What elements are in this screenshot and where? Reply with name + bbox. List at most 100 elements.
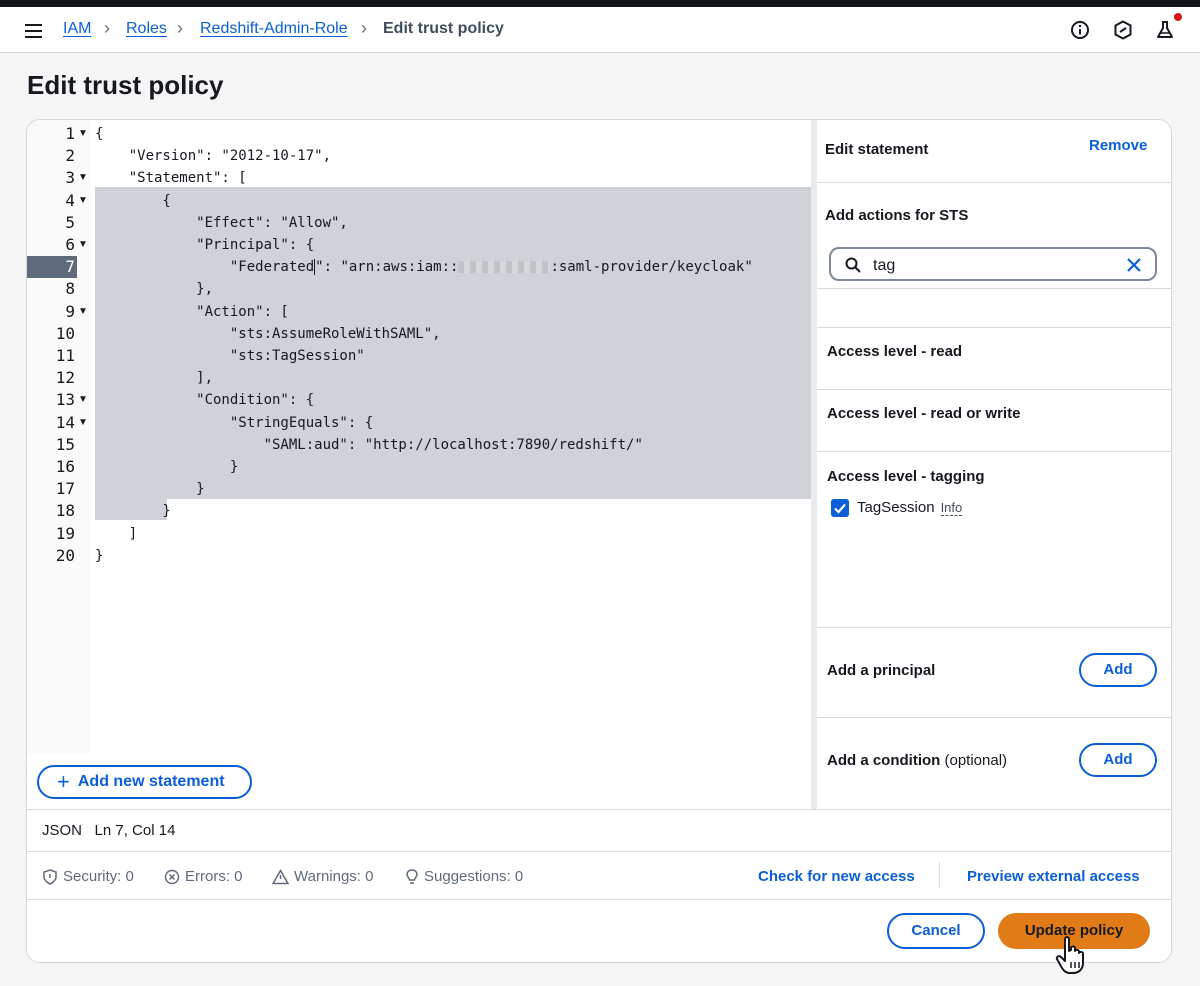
code-line: "Condition": { — [95, 392, 315, 409]
code-line: "SAML:aud": "http://localhost:7890/redsh… — [95, 436, 643, 453]
code-line: "sts:TagSession" — [95, 348, 365, 364]
errors-label: Errors: 0 — [185, 868, 243, 885]
code-line: { — [95, 126, 104, 142]
tagsession-text: TagSession — [857, 499, 935, 516]
code-line: "Version": "2012-10-17", — [95, 148, 332, 165]
pointer-hand-icon — [1055, 936, 1084, 974]
code-line: } — [95, 547, 104, 564]
line-number: 16 — [55, 457, 75, 476]
line-number: 4 — [65, 190, 75, 210]
close-icon[interactable] — [1125, 256, 1143, 274]
code-line: } — [95, 481, 205, 498]
breadcrumb-roles[interactable]: Roles — [126, 20, 167, 38]
code-line: }, — [95, 281, 214, 298]
fold-arrow-icon[interactable]: ▼ — [78, 190, 88, 212]
code-line: "Action": [ — [95, 303, 289, 320]
lightbulb-icon — [406, 868, 418, 884]
breadcrumb-iam[interactable]: IAM — [63, 20, 91, 38]
line-number: 15 — [55, 434, 75, 454]
plus-icon: + — [57, 769, 70, 794]
suggestions-count[interactable]: Suggestions: 0 — [405, 868, 523, 885]
code-line: "Effect": "Allow", — [95, 214, 348, 231]
search-icon — [845, 257, 861, 273]
code-text: :saml-provider/keycloak" — [550, 259, 753, 276]
add-new-statement-label: Add new statement — [77, 773, 225, 790]
fold-arrow-icon[interactable]: ▼ — [78, 123, 88, 145]
notification-dot — [1174, 13, 1182, 21]
optional-label: (optional) — [944, 752, 1008, 769]
flask-icon[interactable] — [1155, 20, 1175, 40]
menu-icon[interactable] — [25, 24, 42, 38]
line-number: 11 — [55, 346, 75, 365]
line-number: 9 — [65, 301, 75, 321]
remove-button[interactable]: Remove — [1089, 137, 1147, 154]
actions-title: Add actions for STS — [825, 207, 969, 224]
policy-editor-card: 1 ▼{2 "Version": "2012-10-17", 3 ▼ "Stateme… — [26, 119, 1172, 963]
access-level-tagging[interactable]: Access level - tagging — [827, 468, 985, 485]
edit-statement-title: Edit statement — [825, 141, 929, 158]
add-new-statement-button[interactable]: + Add new statement — [37, 765, 252, 799]
editor-status: JSON Ln 7, Col 14 — [42, 822, 175, 839]
errors-count[interactable]: Errors: 0 — [164, 868, 243, 885]
header-bar: IAM › Roles › Redshift-Admin-Role › Edit… — [0, 7, 1200, 53]
fold-arrow-icon[interactable]: ▼ — [78, 234, 88, 256]
warnings-label: Warnings: 0 — [294, 868, 374, 885]
line-number: 10 — [55, 323, 75, 343]
warnings-count[interactable]: Warnings: 0 — [272, 868, 373, 885]
page-title: Edit trust policy — [27, 70, 224, 100]
line-number: 13 — [55, 390, 75, 410]
breadcrumb-role[interactable]: Redshift-Admin-Role — [200, 20, 348, 38]
code-line: ] — [95, 525, 138, 542]
chevron-right-icon: › — [177, 18, 183, 38]
shield-icon — [43, 868, 57, 885]
security-count[interactable]: Security: 0 — [42, 868, 134, 885]
suggestions-label: Suggestions: 0 — [424, 868, 524, 885]
add-principal-button[interactable]: Add — [1079, 653, 1157, 687]
redacted-account-id — [458, 261, 551, 274]
divider — [817, 389, 1171, 390]
cancel-button[interactable]: Cancel — [887, 913, 985, 949]
code-line: "Statement": [ — [95, 170, 247, 187]
info-link[interactable]: Info — [940, 500, 963, 516]
access-level-read-write[interactable]: Access level - read or write — [827, 405, 1020, 422]
divider — [27, 809, 1171, 810]
tagsession-checkbox[interactable] — [831, 499, 849, 517]
line-number: 2 — [65, 146, 75, 166]
code-line: "Principal": { — [95, 237, 315, 253]
fold-arrow-icon[interactable]: ▼ — [78, 412, 88, 434]
line-number: 12 — [55, 368, 75, 388]
json-editor[interactable]: 1 ▼{2 "Version": "2012-10-17", 3 ▼ "Stateme… — [27, 120, 811, 754]
line-number: 19 — [55, 523, 75, 543]
line-number: 17 — [55, 479, 75, 499]
info-icon[interactable] — [1070, 20, 1090, 40]
line-number: 8 — [65, 279, 75, 299]
code-line: ], — [95, 370, 214, 387]
divider — [817, 327, 1171, 328]
line-number: 3 — [65, 168, 75, 188]
top-strip — [0, 0, 1200, 7]
add-principal-title: Add a principal — [827, 662, 936, 679]
fold-arrow-icon[interactable]: ▼ — [78, 167, 88, 189]
add-condition-button[interactable]: Add — [1079, 743, 1157, 777]
divider — [817, 288, 1171, 289]
actions-search-input[interactable]: tag — [829, 247, 1157, 281]
preview-external-access-link[interactable]: Preview external access — [967, 868, 1140, 885]
code-line: "Federated": "arn:aws:iam:::saml-provide… — [95, 256, 753, 278]
add-condition-title: Add a condition (optional) — [827, 752, 1007, 769]
cursor-position: Ln 7, Col 14 — [94, 822, 176, 839]
side-header-row: Edit statement Remove — [817, 120, 1171, 183]
add-condition-text: Add a condition — [827, 752, 941, 769]
fold-arrow-icon[interactable]: ▼ — [78, 389, 88, 411]
code-line: } — [95, 503, 171, 520]
search-value: tag — [873, 257, 896, 274]
access-level-read[interactable]: Access level - read — [827, 343, 962, 360]
line-number: 20 — [55, 545, 75, 565]
tagsession-label: TagSession Info — [857, 499, 963, 516]
code-line: "StringEquals": { — [95, 414, 374, 431]
settings-hexagon-icon[interactable] — [1113, 20, 1133, 40]
divider — [939, 862, 940, 888]
fold-arrow-icon[interactable]: ▼ — [78, 301, 88, 323]
error-icon — [164, 869, 180, 884]
check-new-access-link[interactable]: Check for new access — [758, 868, 915, 885]
divider — [817, 717, 1171, 718]
